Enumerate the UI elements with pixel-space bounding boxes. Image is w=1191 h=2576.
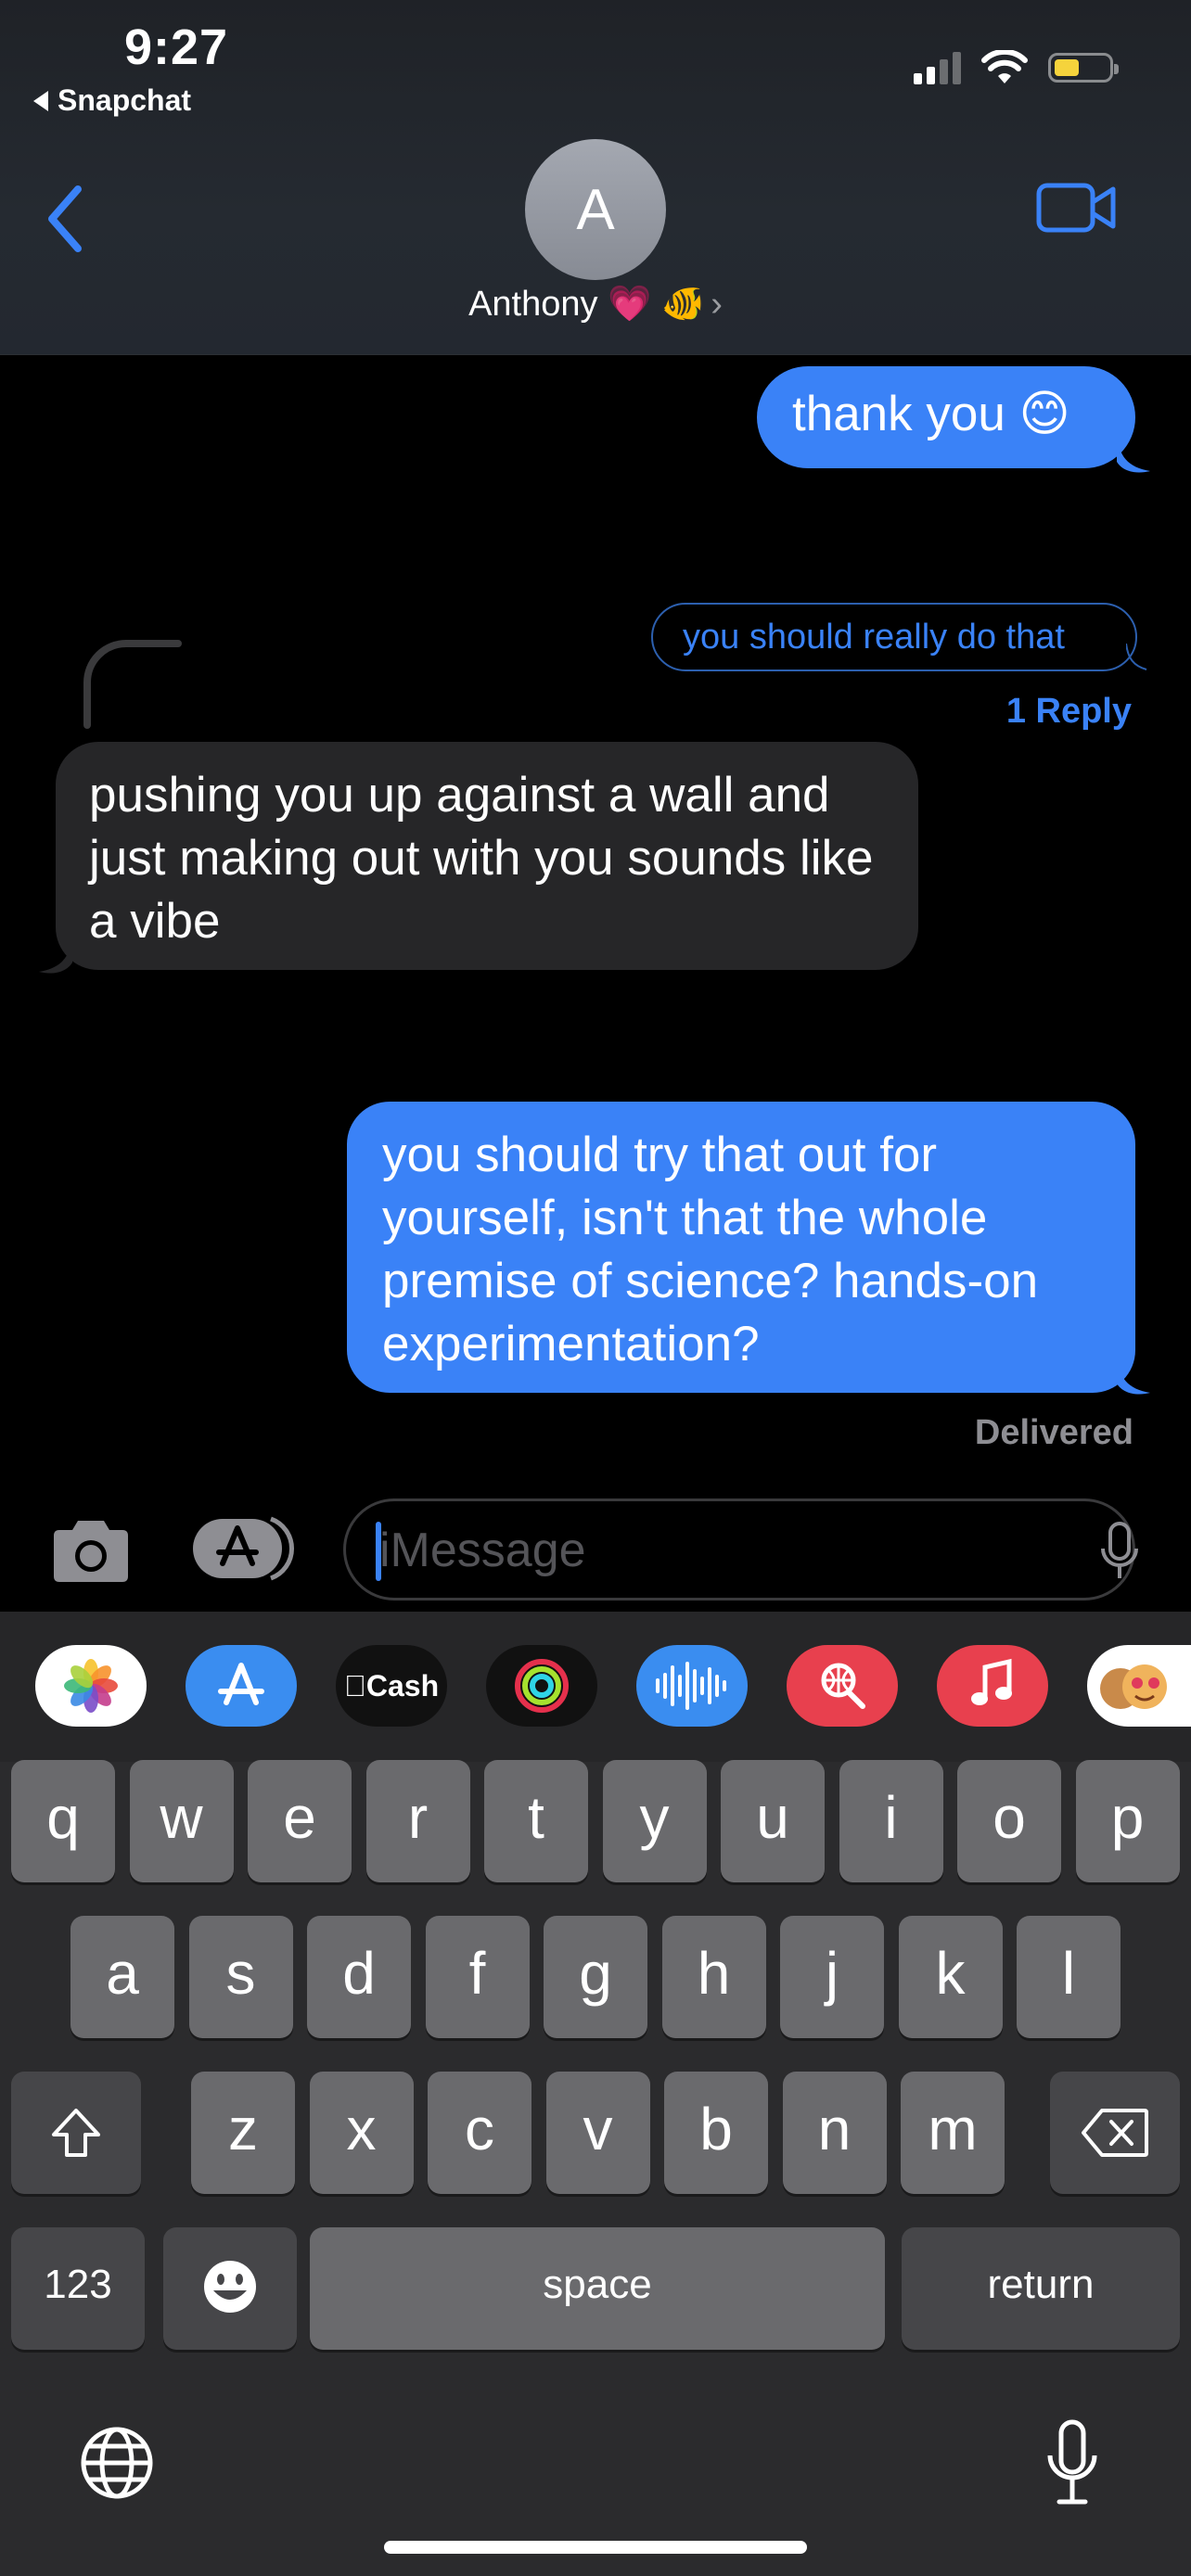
delivered-status: Delivered <box>974 1413 1133 1452</box>
activity-rings-icon <box>515 1659 569 1713</box>
back-triangle-icon <box>33 90 48 111</box>
key-t[interactable]: t <box>484 1760 588 1882</box>
camera-icon[interactable] <box>48 1517 134 1584</box>
key-i[interactable]: i <box>839 1760 943 1882</box>
apple-cash-label: Cash <box>344 1668 439 1702</box>
key-h[interactable]: h <box>661 1916 766 2038</box>
key-d[interactable]: d <box>307 1916 411 2038</box>
bubble-tail <box>39 935 72 974</box>
outgoing-message-bubble[interactable]: thank you 😊 <box>757 366 1135 468</box>
keyboard-dictation-mic-icon[interactable] <box>1046 2418 1098 2507</box>
contact-avatar[interactable]: A <box>525 139 666 280</box>
incoming-message-bubble[interactable]: pushing you up against a wall and just m… <box>56 742 918 970</box>
numbers-key[interactable]: 123 <box>11 2227 145 2350</box>
app-store-drawer-icon[interactable] <box>193 1515 297 1582</box>
space-key[interactable]: space <box>310 2227 885 2350</box>
photos-icon <box>64 1659 118 1713</box>
bubble-tail <box>1117 1356 1150 1395</box>
key-j[interactable]: j <box>780 1916 884 2038</box>
status-icons <box>914 50 1119 85</box>
key-f[interactable]: f <box>425 1916 530 2038</box>
back-to-app-link[interactable]: Snapchat <box>33 83 191 118</box>
return-key[interactable]: return <box>902 2227 1180 2350</box>
key-a[interactable]: a <box>70 1916 174 2038</box>
music-app-button[interactable] <box>937 1645 1048 1727</box>
key-o[interactable]: o <box>957 1760 1061 1882</box>
key-u[interactable]: u <box>721 1760 825 1882</box>
audio-message-app-button[interactable] <box>636 1645 748 1727</box>
status-time: 9:27 <box>124 19 229 75</box>
shift-arrow-icon <box>52 2109 100 2157</box>
key-k[interactable]: k <box>898 1916 1003 2038</box>
key-s[interactable]: s <box>188 1916 293 2038</box>
home-indicator <box>384 2541 807 2554</box>
key-b[interactable]: b <box>664 2072 768 2194</box>
facetime-video-icon[interactable] <box>1035 180 1119 236</box>
shift-key[interactable] <box>11 2072 141 2194</box>
bubble-tail <box>1117 434 1150 473</box>
app-store-app-button[interactable] <box>186 1645 297 1727</box>
thread-reply-preview[interactable]: you should really do that <box>651 603 1137 671</box>
apple-cash-app-button[interactable]: Cash <box>336 1645 447 1727</box>
app-store-icon <box>218 1663 264 1705</box>
key-y[interactable]: y <box>602 1760 707 1882</box>
thread-reply-count[interactable]: 1 Reply <box>1006 692 1132 732</box>
globe-search-icon <box>821 1663 865 1709</box>
key-r[interactable]: r <box>365 1760 470 1882</box>
message-input-placeholder: iMessage <box>379 1524 586 1577</box>
image-search-app-button[interactable] <box>787 1645 898 1727</box>
globe-keyboard-switch-icon[interactable] <box>78 2424 156 2502</box>
reply-preview-tail <box>1126 644 1147 670</box>
dictation-mic-icon[interactable] <box>1098 1521 1141 1582</box>
key-z[interactable]: z <box>191 2072 295 2194</box>
memoji-app-button[interactable] <box>1087 1645 1191 1727</box>
key-w[interactable]: w <box>129 1760 234 1882</box>
music-note-icon <box>971 1658 1012 1705</box>
key-q[interactable]: q <box>11 1760 115 1882</box>
chevron-right-icon: › <box>711 285 723 324</box>
key-g[interactable]: g <box>544 1916 647 2038</box>
delete-key[interactable] <box>1050 2072 1180 2194</box>
contact-name-button[interactable]: Anthony 💗 🐠 › <box>0 284 1191 325</box>
battery-icon <box>1048 53 1119 83</box>
backspace-icon <box>1082 2109 1148 2157</box>
key-n[interactable]: n <box>782 2072 887 2194</box>
activity-app-button[interactable] <box>486 1645 597 1727</box>
memoji-stickers-icon <box>1100 1664 1167 1709</box>
outgoing-message-bubble[interactable]: you should try that out for yourself, is… <box>347 1102 1135 1393</box>
photos-app-button[interactable] <box>35 1645 147 1727</box>
key-m[interactable]: m <box>901 2072 1005 2194</box>
emoji-key[interactable] <box>163 2227 297 2350</box>
key-x[interactable]: x <box>309 2072 414 2194</box>
audio-waveform-icon <box>656 1662 726 1710</box>
back-app-label: Snapchat <box>58 83 192 117</box>
key-p[interactable]: p <box>1075 1760 1180 1882</box>
message-input[interactable]: iMessage <box>343 1498 1135 1600</box>
cellular-signal-icon <box>914 51 961 84</box>
key-c[interactable]: c <box>428 2072 531 2194</box>
thread-connector-line <box>83 640 182 729</box>
contact-name: Anthony 💗 🐠 <box>468 285 706 324</box>
emoji-face-icon <box>204 2261 256 2313</box>
key-e[interactable]: e <box>248 1760 352 1882</box>
key-l[interactable]: l <box>1017 1916 1121 2038</box>
key-v[interactable]: v <box>545 2072 650 2194</box>
wifi-icon <box>981 50 1028 83</box>
back-chevron-icon[interactable] <box>43 182 87 256</box>
